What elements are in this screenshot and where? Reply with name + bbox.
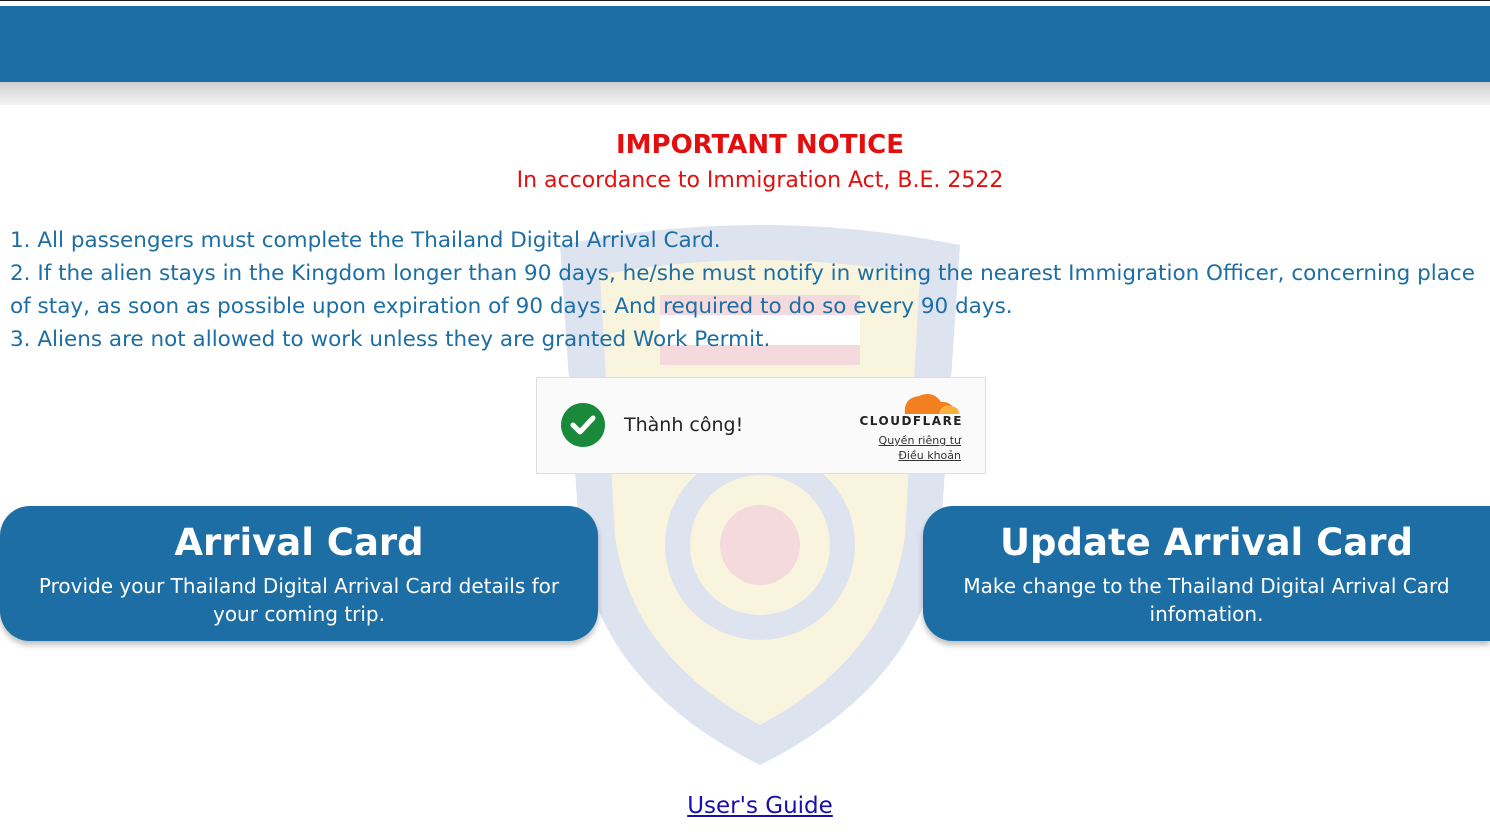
page: IMPORTANT NOTICE In accordance to Immigr…: [0, 0, 1490, 838]
rule-item: 2. If the alien stays in the Kingdom lon…: [10, 261, 1475, 319]
rules-list: 1. All passengers must complete the Thai…: [10, 224, 1480, 356]
cloudflare-captcha-widget[interactable]: Thành công! CLOUDFLARE Quyền riêng tư Đi…: [536, 377, 986, 474]
update-arrival-card-button[interactable]: Update Arrival Card Make change to the T…: [923, 506, 1490, 641]
notice-title: IMPORTANT NOTICE: [615, 130, 905, 160]
terms-link[interactable]: Điều khoản: [898, 449, 961, 462]
privacy-link[interactable]: Quyền riêng tư: [879, 434, 961, 447]
header-bar: [0, 6, 1490, 82]
success-check-icon: [561, 403, 605, 447]
update-card-description: Make change to the Thailand Digital Arri…: [963, 574, 1450, 626]
arrival-card-description: Provide your Thailand Digital Arrival Ca…: [38, 574, 560, 626]
cloudflare-brand: CLOUDFLARE: [859, 414, 963, 428]
header-shadow: [0, 82, 1490, 105]
captcha-status: Thành công!: [624, 414, 744, 436]
rule-item: 3. Aliens are not allowed to work unless…: [10, 327, 771, 352]
notice-subtitle: In accordance to Immigration Act, B.E. 2…: [516, 168, 1004, 193]
users-guide-link[interactable]: User's Guide: [0, 793, 1490, 819]
rule-item: 1. All passengers must complete the Thai…: [10, 228, 721, 253]
arrival-card-button[interactable]: Arrival Card Provide your Thailand Digit…: [0, 506, 598, 641]
update-card-title: Update Arrival Card: [1000, 521, 1413, 564]
arrival-card-title: Arrival Card: [174, 521, 424, 564]
